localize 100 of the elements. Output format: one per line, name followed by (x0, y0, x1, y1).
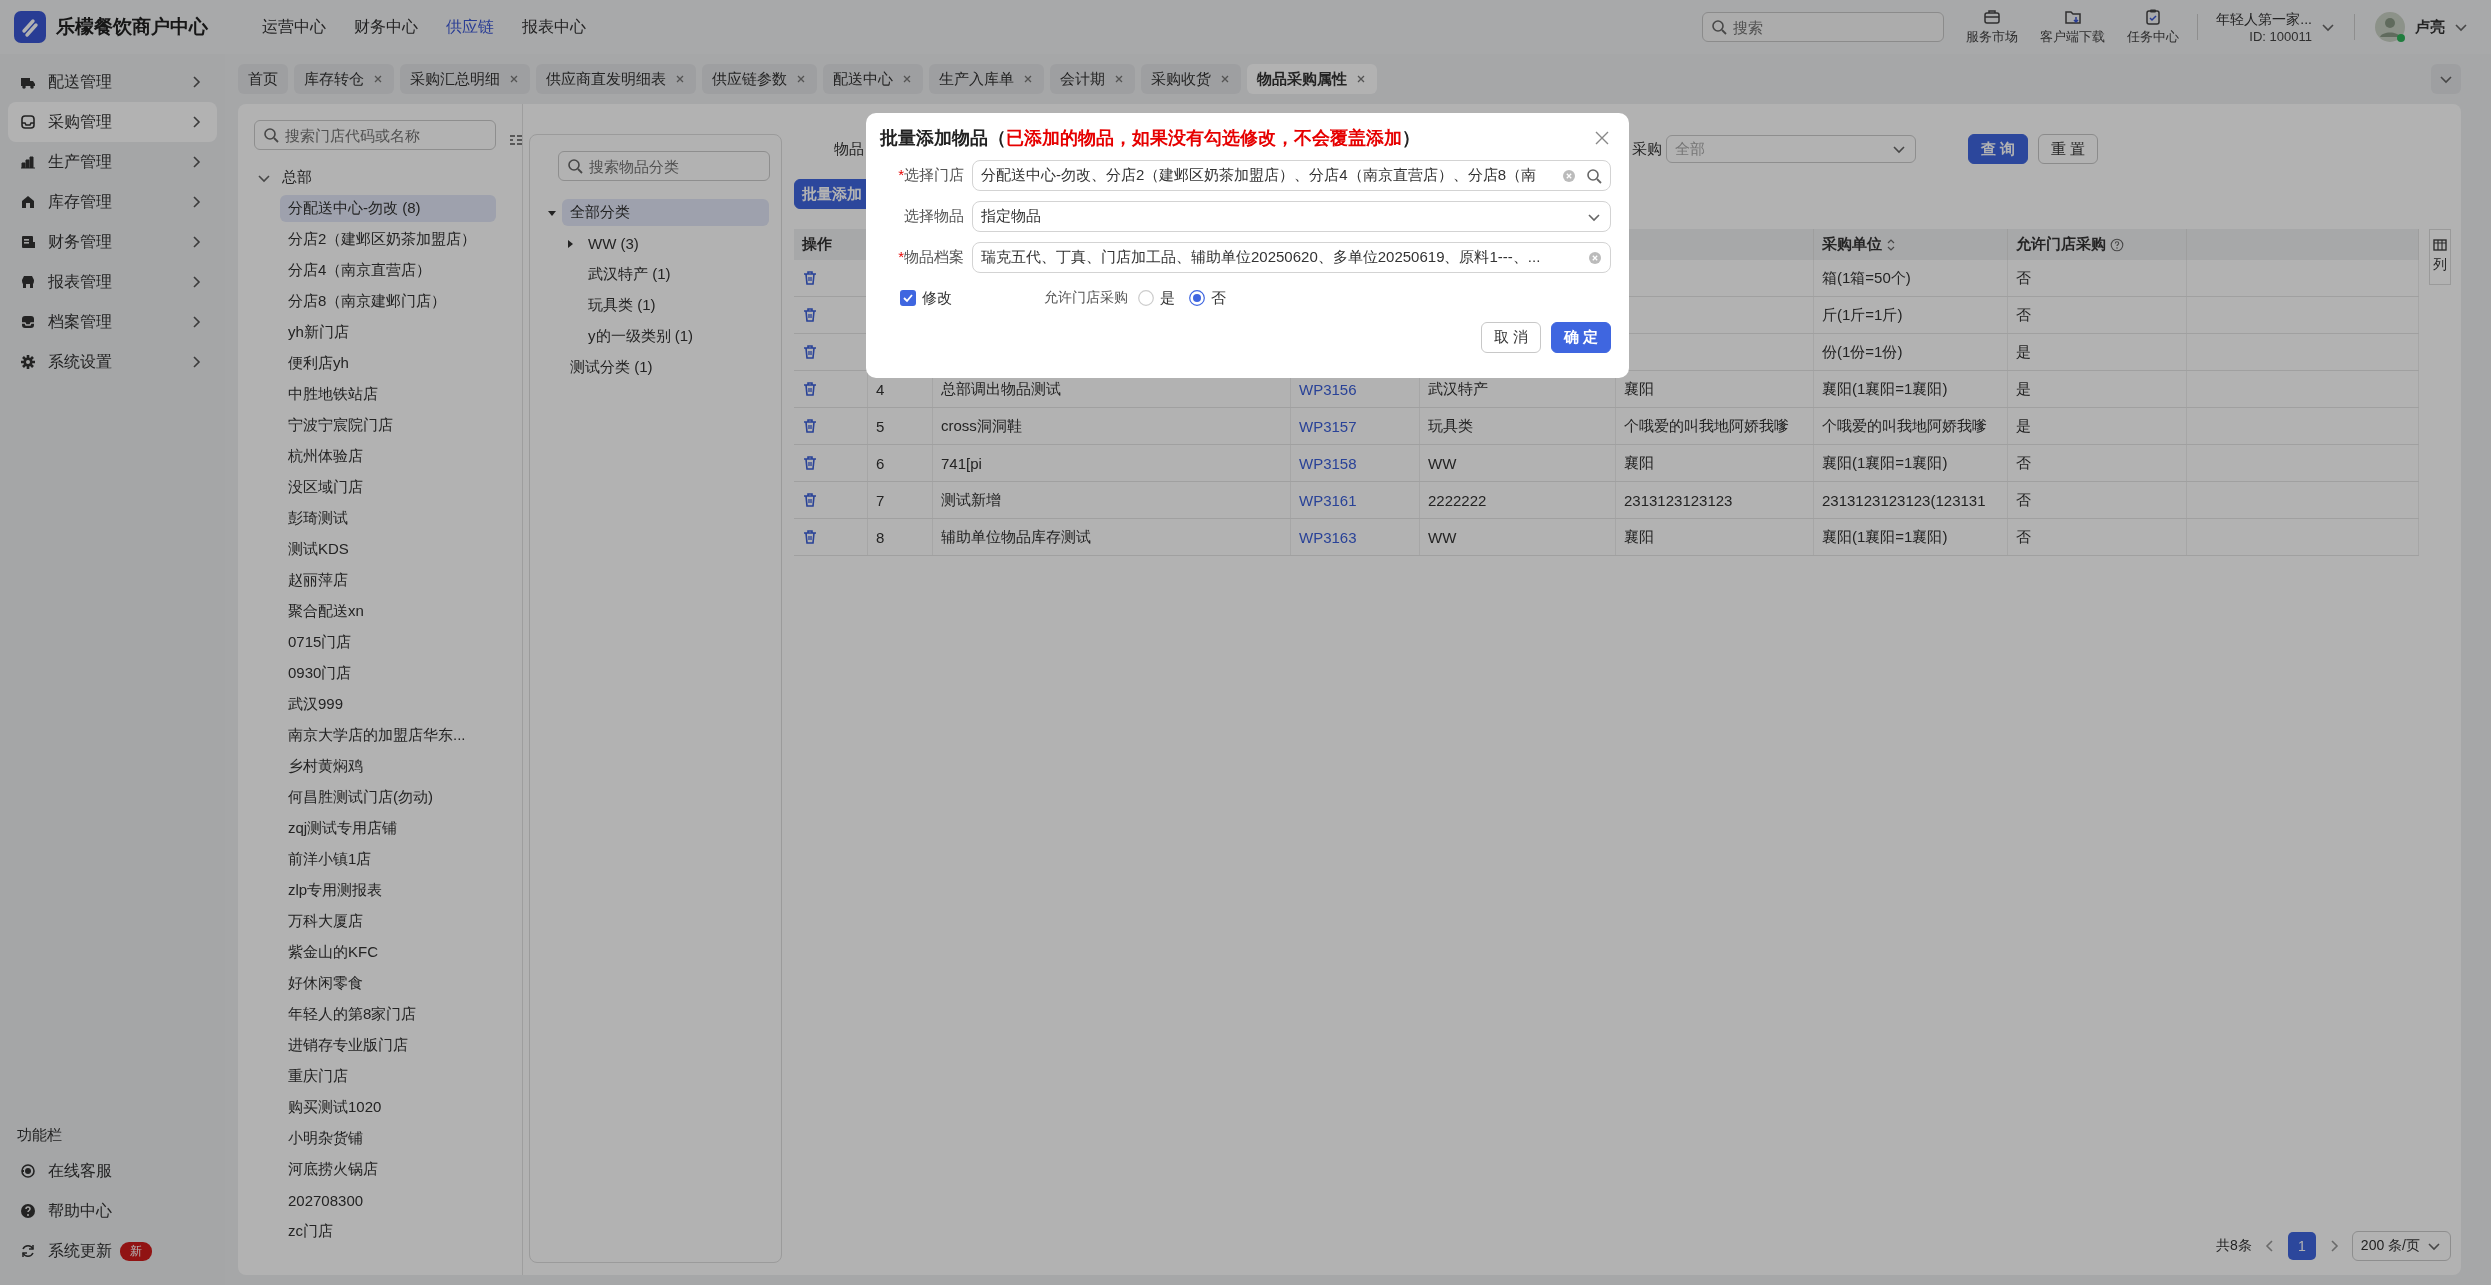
sidebar-item[interactable]: 在线客服 (8, 1151, 217, 1191)
button[interactable]: 查 询 (1968, 134, 2029, 164)
tree-item[interactable]: 万科大厦店 (280, 908, 496, 935)
nav-item[interactable]: 报表中心 (508, 16, 600, 38)
tree-item[interactable]: 武汉特产 (1) (580, 261, 679, 288)
item-picker-field[interactable]: 瑞克五代、丁真、门店加工品、辅助单位20250620、多单位20250619、原料1---、... (972, 242, 1611, 273)
column-settings-button[interactable]: 列 (2429, 229, 2451, 285)
sidebar-item[interactable]: 帮助中心 (8, 1191, 217, 1231)
tree-item[interactable]: 前洋小镇1店 (280, 846, 496, 873)
item-code-link[interactable]: WP3156 (1299, 380, 1357, 398)
sort-icon[interactable] (1886, 237, 1896, 252)
tree-item[interactable]: 进销存专业版门店 (280, 1032, 496, 1059)
radio-button[interactable] (1189, 290, 1205, 306)
clear-icon[interactable] (1588, 250, 1602, 265)
close-icon[interactable] (372, 73, 384, 85)
close-icon[interactable] (1355, 73, 1367, 85)
close-icon[interactable] (1593, 129, 1611, 147)
tree-item[interactable]: 重庆门店 (280, 1063, 496, 1090)
tool-button[interactable]: 任务中心 (2127, 8, 2180, 46)
sidebar-item[interactable]: 系统更新 新 (8, 1231, 217, 1271)
tree-item[interactable]: 紫金山的KFC (280, 939, 496, 966)
close-icon[interactable] (508, 73, 520, 85)
store-select-field[interactable]: 分配送中心-勿改、分店2（建邺区奶茶加盟店）、分店4（南京直营店）、分店8（南 (972, 160, 1611, 191)
tree-item[interactable]: 测试KDS (280, 536, 496, 563)
tab[interactable]: 物品采购属性 (1247, 64, 1377, 94)
trash-icon[interactable] (802, 418, 818, 434)
tab[interactable]: 采购收货 (1141, 64, 1241, 94)
tree-item[interactable]: 小明杂货铺 (280, 1125, 496, 1152)
sidebar-item[interactable]: 库存管理 (8, 182, 217, 222)
tree-item[interactable]: 聚合配送xn (280, 598, 496, 625)
tab[interactable]: 库存转仓 (294, 64, 394, 94)
tree-item[interactable]: 测试分类 (1) (562, 354, 769, 381)
tree-item[interactable]: 没区域门店 (280, 474, 496, 501)
trash-icon[interactable] (802, 270, 818, 286)
tree-item[interactable]: 0930门店 (280, 660, 496, 687)
sidebar-item[interactable]: 档案管理 (8, 302, 217, 342)
clear-icon[interactable] (1562, 168, 1576, 183)
tab[interactable]: 供应链参数 (702, 64, 817, 94)
trash-icon[interactable] (802, 381, 818, 397)
tree-item[interactable]: 分店8（南京建邺门店） (280, 288, 496, 315)
tree-item[interactable]: 0715门店 (280, 629, 496, 656)
item-code-link[interactable]: WP3161 (1299, 491, 1357, 509)
tree-item[interactable]: 中胜地铁站店 (280, 381, 496, 408)
tab[interactable]: 配送中心 (823, 64, 923, 94)
tree-item[interactable]: 购买测试1020 (280, 1094, 496, 1121)
nav-item[interactable]: 供应链 (432, 16, 508, 38)
sidebar-item[interactable]: 财务管理 (8, 222, 217, 262)
tree-item[interactable]: WW (3) (580, 231, 647, 256)
tree-item[interactable]: 彭琦测试 (280, 505, 496, 532)
nav-item[interactable]: 财务中心 (340, 16, 432, 38)
tab[interactable]: 采购汇总明细 (400, 64, 530, 94)
close-icon[interactable] (795, 73, 807, 85)
tree-item[interactable]: 全部分类 (562, 199, 769, 226)
trash-icon[interactable] (802, 529, 818, 545)
tree-item[interactable]: y的一级类别 (1) (580, 323, 701, 350)
search-field[interactable]: 搜索物品分类 (558, 151, 770, 181)
tree-item[interactable]: zqj测试专用店铺 (280, 815, 496, 842)
button[interactable]: 重 置 (2038, 134, 2099, 164)
sidebar-item[interactable]: 系统设置 (8, 342, 217, 382)
trash-icon[interactable] (802, 344, 818, 360)
tree-item[interactable]: 分店2（建邺区奶茶加盟店） (280, 226, 496, 253)
tree-item[interactable]: zc门店 (280, 1218, 496, 1245)
tab[interactable]: 生产入库单 (929, 64, 1044, 94)
tree-item[interactable]: 玩具类 (1) (580, 292, 664, 319)
checkbox[interactable] (900, 290, 916, 306)
tree-item[interactable]: 何昌胜测试门店(勿动) (280, 784, 496, 811)
tab[interactable]: 首页 (238, 64, 288, 94)
dropdown[interactable]: 指定物品 (972, 201, 1611, 232)
tree-item[interactable]: 202708300 (280, 1188, 496, 1213)
page-size-select[interactable]: 200 条/页 (2351, 1231, 2451, 1261)
sidebar-item[interactable]: 采购管理 (8, 102, 217, 142)
trash-icon[interactable] (802, 492, 818, 508)
trash-icon[interactable] (802, 307, 818, 323)
tree-item[interactable]: 乡村黄焖鸡 (280, 753, 496, 780)
tree-item[interactable]: 宁波宁宸院门店 (280, 412, 496, 439)
close-icon[interactable] (901, 73, 913, 85)
search-field[interactable]: 搜索门店代码或名称 (254, 120, 496, 150)
tree-item[interactable]: 分配送中心-勿改 (8) (280, 195, 496, 222)
item-code-link[interactable]: WP3157 (1299, 417, 1357, 435)
close-icon[interactable] (1219, 73, 1231, 85)
item-code-link[interactable]: WP3163 (1299, 528, 1357, 546)
close-icon[interactable] (1113, 73, 1125, 85)
tree-item[interactable]: 便利店yh (280, 350, 496, 377)
sidebar-item[interactable]: 报表管理 (8, 262, 217, 302)
nav-item[interactable]: 运营中心 (248, 16, 340, 38)
item-code-link[interactable]: WP3158 (1299, 454, 1357, 472)
button[interactable]: 确 定 (1550, 322, 1611, 353)
caret-icon[interactable] (565, 238, 575, 249)
tree-item[interactable]: 总部 (274, 164, 320, 191)
tree-item[interactable]: zlp专用测报表 (280, 877, 496, 904)
tree-item[interactable]: 分店4（南京直营店） (280, 257, 496, 284)
button[interactable]: 取 消 (1480, 322, 1541, 353)
user-name[interactable]: 卢亮 (2415, 17, 2445, 37)
avatar[interactable] (2373, 10, 2407, 44)
close-icon[interactable] (1022, 73, 1034, 85)
tree-item[interactable]: 好休闲零食 (280, 970, 496, 997)
tree-item[interactable]: 杭州体验店 (280, 443, 496, 470)
tree-item[interactable]: 武汉999 (280, 691, 496, 718)
tab[interactable]: 供应商直发明细表 (536, 64, 696, 94)
tool-button[interactable]: 服务市场 (1966, 8, 2019, 46)
